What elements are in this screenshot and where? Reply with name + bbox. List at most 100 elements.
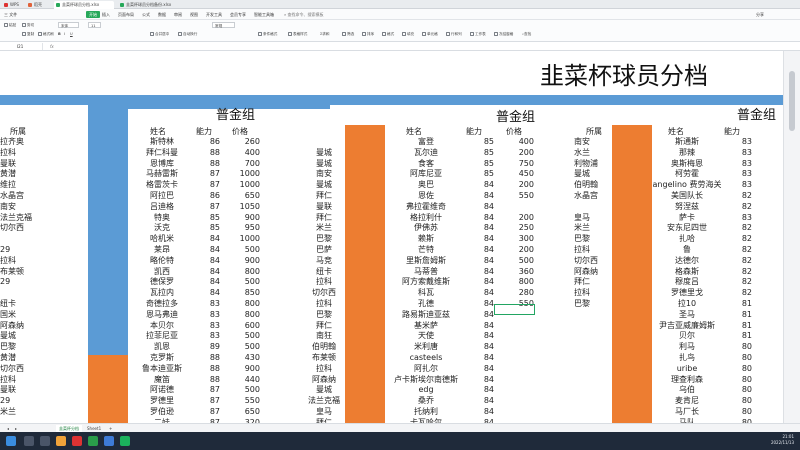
price-cell[interactable]: 900 xyxy=(224,213,260,224)
task-view-icon[interactable] xyxy=(40,436,50,446)
player-name-cell[interactable]: 扎哈 xyxy=(652,234,722,245)
player-name-cell[interactable]: 吕迪格 xyxy=(132,202,192,213)
club-cell[interactable]: 伯明翰 xyxy=(574,180,612,191)
club-cell[interactable] xyxy=(574,342,612,353)
price-cell[interactable]: 300 xyxy=(494,234,534,245)
price-cell[interactable]: 550 xyxy=(494,191,534,202)
command-search[interactable]: ⌕ 查找命令、搜索模板 xyxy=(284,11,324,18)
price-cell[interactable]: 500 xyxy=(224,277,260,288)
player-name-cell[interactable]: 米利唐 xyxy=(386,342,466,353)
ability-cell[interactable]: 84 xyxy=(192,288,220,299)
ability-cell[interactable]: 84 xyxy=(192,256,220,267)
ability-cell[interactable]: 85 xyxy=(466,148,494,159)
club-cell[interactable] xyxy=(574,396,612,407)
ability-cell[interactable]: 84 xyxy=(466,202,494,213)
price-cell[interactable]: 200 xyxy=(494,148,534,159)
ability-cell[interactable]: 82 xyxy=(724,288,752,299)
underline-button[interactable]: U xyxy=(70,31,73,37)
club-cell[interactable]: 拉科 xyxy=(0,148,40,159)
price-cell[interactable] xyxy=(494,321,534,332)
tab-nav-left-icon[interactable]: ◂ xyxy=(4,425,12,432)
sum-button[interactable]: Σ求和 xyxy=(320,31,329,37)
cell-button[interactable]: 单元格 xyxy=(422,31,438,37)
club-cell[interactable] xyxy=(574,321,612,332)
club-cell[interactable]: 阿森纳 xyxy=(0,321,40,332)
ability-cell[interactable]: 82 xyxy=(724,191,752,202)
menu-page-layout[interactable]: 页面布局 xyxy=(118,11,134,18)
player-name-cell[interactable]: 哈机米 xyxy=(132,234,192,245)
club-cell[interactable] xyxy=(0,288,40,299)
freeze-panes-button[interactable]: 冻结窗格 xyxy=(494,31,513,37)
player-name-cell[interactable]: angelino 费劳海关 xyxy=(652,180,722,191)
ability-cell[interactable]: 82 xyxy=(724,277,752,288)
player-name-cell[interactable]: 阿诺德 xyxy=(132,385,192,396)
club-cell[interactable]: 曼城 xyxy=(0,331,40,342)
player-name-cell[interactable]: 拜仁科曼 xyxy=(132,148,192,159)
sort-button[interactable]: 排序 xyxy=(362,31,374,37)
ability-cell[interactable]: 84 xyxy=(466,223,494,234)
player-name-cell[interactable]: 阿库尼亚 xyxy=(386,169,466,180)
ability-cell[interactable]: 87 xyxy=(192,385,220,396)
club-cell[interactable]: 伯明翰 xyxy=(300,342,348,353)
ability-cell[interactable]: 84 xyxy=(466,245,494,256)
menu-view[interactable]: 视图 xyxy=(190,11,198,18)
ability-cell[interactable]: 80 xyxy=(724,407,752,418)
filter-button[interactable]: 筛选 xyxy=(342,31,354,37)
player-name-cell[interactable]: 孔德 xyxy=(386,299,466,310)
name-box[interactable]: I21 xyxy=(3,43,43,50)
menu-home[interactable]: 开始 xyxy=(86,11,100,18)
player-name-cell[interactable]: 基米萨 xyxy=(386,321,466,332)
find-button[interactable]: ⌕查找 xyxy=(522,31,531,37)
player-name-cell[interactable]: uribe xyxy=(652,364,722,375)
club-cell[interactable]: 米兰 xyxy=(0,407,40,418)
player-name-cell[interactable]: 圣马 xyxy=(652,310,722,321)
club-cell[interactable] xyxy=(574,202,612,213)
paste-button[interactable]: 粘贴 xyxy=(4,22,16,28)
club-cell[interactable] xyxy=(300,137,348,148)
player-name-cell[interactable]: 略伦特 xyxy=(132,256,192,267)
player-name-cell[interactable]: 奥巴 xyxy=(386,180,466,191)
price-cell[interactable]: 800 xyxy=(494,277,534,288)
price-cell[interactable]: 500 xyxy=(224,245,260,256)
player-name-cell[interactable]: 凯西 xyxy=(132,267,192,278)
player-name-cell[interactable]: 那辣 xyxy=(652,148,722,159)
price-cell[interactable]: 600 xyxy=(224,321,260,332)
club-cell[interactable]: 拜仁 xyxy=(574,277,612,288)
ability-cell[interactable]: 86 xyxy=(192,137,220,148)
price-cell[interactable]: 500 xyxy=(224,331,260,342)
player-name-cell[interactable]: 尹吉亚威廉姆斯 xyxy=(652,321,722,332)
player-name-cell[interactable]: 利马 xyxy=(652,342,722,353)
club-cell[interactable] xyxy=(574,364,612,375)
club-cell[interactable]: 曼城 xyxy=(300,180,348,191)
player-name-cell[interactable]: edg xyxy=(386,385,466,396)
club-cell[interactable]: 皇马 xyxy=(300,407,348,418)
wps-app-icon[interactable] xyxy=(72,436,82,446)
club-cell[interactable]: 布莱顿 xyxy=(0,267,40,278)
price-cell[interactable] xyxy=(494,202,534,213)
player-name-cell[interactable]: 莱昂 xyxy=(132,245,192,256)
vertical-scrollbar[interactable] xyxy=(783,51,800,423)
club-cell[interactable]: 巴黎 xyxy=(574,234,612,245)
club-cell[interactable]: 阿森纳 xyxy=(300,375,348,386)
player-name-cell[interactable]: 科瓦 xyxy=(386,288,466,299)
font-family-select[interactable]: 宋体 xyxy=(58,22,80,28)
player-name-cell[interactable]: 斯通斯 xyxy=(652,137,722,148)
format-button[interactable]: 格式 xyxy=(382,31,394,37)
ability-cell[interactable]: 83 xyxy=(724,137,752,148)
cut-button[interactable]: 剪切 xyxy=(22,22,34,28)
fx-icon[interactable]: fx xyxy=(50,43,54,50)
player-name-cell[interactable]: 理查利森 xyxy=(652,375,722,386)
tab-workbook-backup[interactable]: 韭菜杯球员分档备份.xlsx xyxy=(118,1,184,9)
price-cell[interactable]: 1050 xyxy=(224,202,260,213)
club-cell[interactable]: 巴黎 xyxy=(300,310,348,321)
player-name-cell[interactable]: 乌伯 xyxy=(652,385,722,396)
player-name-cell[interactable]: 柯劳霍 xyxy=(652,169,722,180)
price-cell[interactable]: 1000 xyxy=(224,234,260,245)
tab-nav-right-icon[interactable]: ▸ xyxy=(12,425,20,432)
ability-cell[interactable]: 81 xyxy=(724,299,752,310)
ability-cell[interactable]: 81 xyxy=(724,310,752,321)
price-cell[interactable]: 440 xyxy=(224,375,260,386)
club-cell[interactable]: 阿森纳 xyxy=(574,267,612,278)
ability-cell[interactable]: 80 xyxy=(724,342,752,353)
ability-cell[interactable]: 86 xyxy=(192,191,220,202)
